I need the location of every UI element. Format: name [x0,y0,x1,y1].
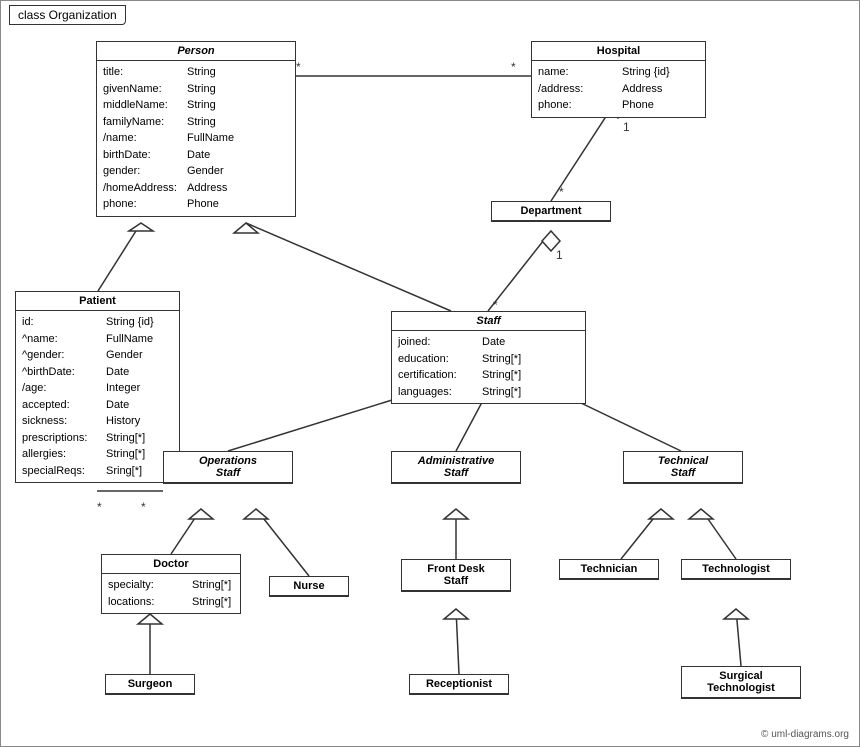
svg-text:1: 1 [623,120,630,134]
diagram-container: class Organization * 1 1 * * * [0,0,860,747]
class-surgical-technologist: SurgicalTechnologist [681,666,801,699]
class-nurse: Nurse [269,576,349,597]
class-person-header: Person [97,42,295,61]
class-doctor-header: Doctor [102,555,240,574]
class-patient-body: id:String {id} ^name:FullName ^gender:Ge… [16,311,179,482]
class-hospital-header: Hospital [532,42,705,61]
class-hospital: Hospital name:String {id} /address:Addre… [531,41,706,118]
class-operations-staff: OperationsStaff [163,451,293,484]
class-technologist: Technologist [681,559,791,580]
class-staff-body: joined:Date education:String[*] certific… [392,331,585,403]
svg-text:*: * [296,60,301,74]
class-department: Department [491,201,611,222]
svg-text:*: * [511,60,516,74]
class-staff: Staff joined:Date education:String[*] ce… [391,311,586,404]
class-person: Person title:String givenName:String mid… [96,41,296,217]
class-patient: Patient id:String {id} ^name:FullName ^g… [15,291,180,483]
class-hospital-body: name:String {id} /address:Address phone:… [532,61,705,117]
class-technician: Technician [559,559,659,580]
class-admin-staff-header: AdministrativeStaff [392,452,520,483]
class-technical-staff-header: TechnicalStaff [624,452,742,483]
class-admin-staff: AdministrativeStaff [391,451,521,484]
copyright: © uml-diagrams.org [761,729,849,740]
svg-text:*: * [559,185,564,199]
class-doctor-body: specialty:String[*] locations:String[*] [102,574,240,613]
class-surgeon: Surgeon [105,674,195,695]
class-person-body: title:String givenName:String middleName… [97,61,295,216]
class-receptionist-header: Receptionist [410,675,508,694]
diagram-title: class Organization [9,5,126,25]
svg-text:*: * [141,500,146,514]
class-staff-header: Staff [392,312,585,331]
class-front-desk-staff: Front DeskStaff [401,559,511,592]
class-operations-staff-header: OperationsStaff [164,452,292,483]
class-front-desk-header: Front DeskStaff [402,560,510,591]
svg-text:*: * [493,298,498,312]
class-patient-header: Patient [16,292,179,311]
svg-text:*: * [97,500,102,514]
class-receptionist: Receptionist [409,674,509,695]
class-nurse-header: Nurse [270,577,348,596]
class-surgical-technologist-header: SurgicalTechnologist [682,667,800,698]
class-department-header: Department [492,202,610,221]
svg-text:1: 1 [556,248,563,262]
class-technician-header: Technician [560,560,658,579]
class-surgeon-header: Surgeon [106,675,194,694]
class-technologist-header: Technologist [682,560,790,579]
class-technical-staff: TechnicalStaff [623,451,743,484]
class-doctor: Doctor specialty:String[*] locations:Str… [101,554,241,614]
